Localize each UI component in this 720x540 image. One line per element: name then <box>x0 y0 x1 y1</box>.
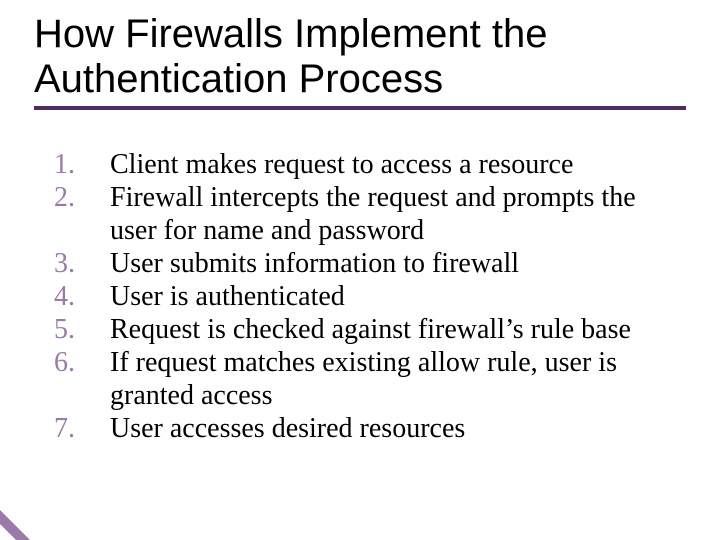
list-item-text: Firewall intercepts the request and prom… <box>110 182 636 246</box>
corner-accent-icon <box>0 510 30 540</box>
list-item-text: User accesses desired resources <box>110 413 465 444</box>
list-item-text: If request matches existing allow rule, … <box>110 347 617 411</box>
title-underline <box>34 106 686 110</box>
slide-body: Client makes request to access a resourc… <box>34 148 686 445</box>
slide: How Firewalls Implement the Authenticati… <box>0 0 720 540</box>
list-item-text: User submits information to firewall <box>110 248 519 279</box>
list-item: User is authenticated <box>36 280 686 313</box>
list-item: If request matches existing allow rule, … <box>36 346 686 412</box>
list-item-text: Request is checked against firewall’s ru… <box>110 314 631 345</box>
list-item: User accesses desired resources <box>36 412 686 445</box>
list-item-text: User is authenticated <box>110 281 345 312</box>
list-item: User submits information to firewall <box>36 247 686 280</box>
list-item: Request is checked against firewall’s ru… <box>36 313 686 346</box>
list-item: Client makes request to access a resourc… <box>36 148 686 181</box>
list-item: Firewall intercepts the request and prom… <box>36 181 686 247</box>
list-item-text: Client makes request to access a resourc… <box>110 149 573 180</box>
slide-title: How Firewalls Implement the Authenticati… <box>34 12 686 102</box>
numbered-list: Client makes request to access a resourc… <box>36 148 686 445</box>
